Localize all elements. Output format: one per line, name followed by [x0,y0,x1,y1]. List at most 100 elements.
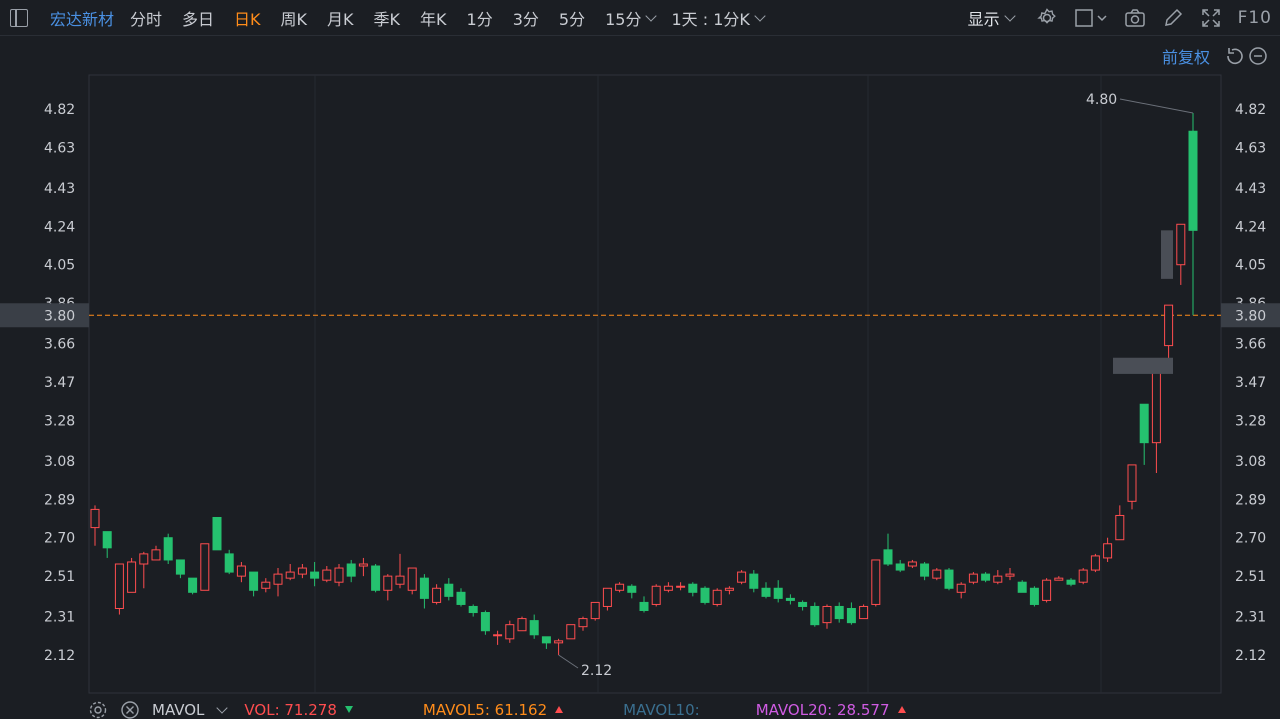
candle-body [920,563,930,577]
f10-button[interactable]: F10 [1238,8,1272,28]
candle-body [297,567,307,575]
y-tick-label-right: 2.51 [1235,569,1266,585]
candle-body [444,583,454,597]
candle-body [761,587,771,597]
y-tick-label-left: 3.08 [44,454,75,470]
y-tick-label-left: 3.47 [44,375,75,391]
tab-6[interactable]: 年K [420,6,447,30]
candle-body [932,569,942,579]
candle-body [773,587,783,599]
candle-body [322,569,332,581]
candle-body [200,543,210,591]
candle-body [712,589,722,605]
y-tick-label-right: 3.08 [1235,454,1266,470]
candle-body [163,537,173,561]
candle-body [175,559,185,575]
chevron-down-icon[interactable] [216,701,229,714]
candle-body [578,618,588,628]
candle-body [273,573,283,585]
candle-body [895,563,905,571]
candle-body [798,601,808,607]
candle-body [505,624,515,640]
tab-0[interactable]: 分时 [130,6,162,30]
tab-7[interactable]: 1分 [467,6,493,30]
fullscreen-icon[interactable] [1200,7,1222,29]
pencil-icon[interactable] [1162,7,1184,29]
candle-body [749,573,759,589]
y-tick-label-left: 4.24 [44,219,75,235]
candle-body [383,575,393,591]
tab-8[interactable]: 3分 [513,6,539,30]
candle-body [127,561,137,593]
y-tick-label-left: 2.51 [44,569,75,585]
candle-body [688,583,698,593]
stock-name[interactable]: 宏达新材 [50,6,114,30]
chevron-down-icon [754,9,766,22]
toolbar-right: 显示 F10 [968,0,1272,36]
tab-1[interactable]: 多日 [182,6,214,30]
candle-body [956,583,966,593]
close-icon[interactable] [120,700,140,719]
tab-9[interactable]: 5分 [559,6,585,30]
kline-chart[interactable]: 4.82 4.82 4.63 4.63 4.43 4.43 4.24 4.24 4.05 4.05… [0,60,1280,700]
down-arrow-icon [344,706,353,713]
tab-2[interactable]: 日K [234,6,261,30]
candle-body [1090,555,1100,571]
candle-body [493,634,503,637]
candle-body [529,620,539,636]
interval-dropdown[interactable]: 15分 [605,6,658,30]
candle-body [236,565,246,577]
candle-body [810,605,820,626]
settings-gear-icon[interactable] [1036,7,1058,29]
candle-body [724,587,734,591]
candle-body [212,516,222,551]
settings-gear-icon[interactable] [88,700,108,719]
candle-body [627,585,637,593]
tab-5[interactable]: 季K [374,6,401,30]
candle-body [1042,579,1052,601]
candle-body [968,573,978,583]
volume-legend: MAVOL VOL: 71.278 MAVOL5: 61.162 MAVOL10… [88,700,906,719]
chevron-down-icon [645,9,658,22]
tab-3[interactable]: 周K [281,6,308,30]
candle-body [407,567,417,591]
y-tick-label-left: 2.31 [44,610,75,626]
show-dropdown-label: 显示 [967,10,1000,29]
candle-body [285,571,295,579]
candle-body [517,618,527,632]
candle-body [334,567,344,583]
candle-body [651,585,661,605]
candle-body [590,601,600,620]
y-tick-label-right: 4.63 [1235,140,1266,156]
y-tick-label-right: 2.12 [1235,648,1266,664]
y-tick-label-right: 2.89 [1235,492,1266,508]
candle-body [822,605,832,624]
candle-body [468,605,478,614]
candle-body [993,575,1003,583]
candle-body [700,587,710,603]
low-annotation: 2.12 [581,663,612,679]
y-tick-label-right: 4.82 [1235,102,1266,118]
y-tick-label-right: 3.47 [1235,375,1266,391]
candle-body [371,565,381,591]
candle-body [615,583,625,591]
candle-body [846,607,856,624]
candle-body [358,563,368,567]
chevron-down-icon [1003,10,1016,22]
y-tick-label-right: 4.24 [1235,219,1266,235]
candle-body [907,561,917,567]
candle-body [981,573,991,581]
tab-4[interactable]: 月K [327,6,354,30]
high-annotation-leader [1119,98,1194,114]
candle-body [1066,579,1076,585]
y-tick-label-right: 2.31 [1235,610,1266,626]
up-arrow-icon [555,706,564,713]
color-square-icon[interactable] [1074,7,1108,29]
range-dropdown[interactable]: 1天 : 1分K [671,6,766,30]
panel-toggle-icon[interactable] [10,8,28,27]
candle-body [785,597,795,601]
candle-body [1005,573,1015,577]
camera-icon[interactable] [1124,7,1146,29]
mavol-label[interactable]: MAVOL [152,701,204,719]
show-dropdown[interactable]: 显示 [967,6,1016,30]
